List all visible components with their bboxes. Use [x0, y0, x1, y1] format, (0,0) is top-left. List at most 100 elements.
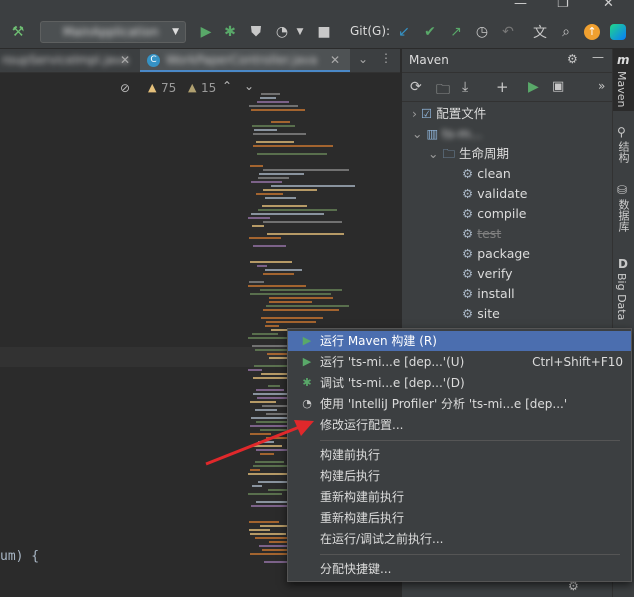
menu-item-run-config[interactable]: ▶ 运行 'ts-mi...e [dep...'(U) Ctrl+Shift+F… [288, 352, 631, 372]
minimap-line [249, 529, 270, 531]
gear-icon: ⚙ [462, 186, 474, 201]
tree-item-phase[interactable]: ⚙ package [462, 244, 530, 264]
tree-item-label: ts-m... [442, 126, 483, 141]
add-icon[interactable]: + [496, 78, 509, 96]
close-window-icon[interactable]: ✕ [603, 0, 614, 11]
tree-item-lifecycle[interactable]: ⌄ 🗀 生命周期 [428, 144, 509, 164]
tab-controller[interactable]: C WorkPaperController.java ✕ [140, 49, 350, 72]
minimap-line [250, 261, 292, 263]
minimap-line [257, 153, 327, 155]
profiler-dropdown-icon[interactable]: ▼ [290, 22, 310, 42]
execute-goal-icon[interactable]: ▣ [552, 79, 564, 94]
menu-item-debug-config[interactable]: ✱ 调试 'ts-mi...e [dep...'(D) [288, 373, 631, 393]
minimap-line [271, 121, 290, 123]
menu-item-after-build[interactable]: 构建后执行 [288, 466, 631, 486]
run-icon[interactable]: ▶ [196, 22, 216, 42]
download-icon[interactable]: ⤓ [462, 79, 468, 95]
tool-window-structure[interactable]: ⚲ 结构 [613, 125, 634, 175]
tree-item-label: 配置文件 [436, 106, 487, 121]
coverage-icon[interactable]: ⛊ [246, 22, 266, 42]
minimap-line [269, 297, 333, 299]
tool-window-big-data[interactable]: D Big Data [613, 257, 634, 327]
tree-item-project[interactable]: ⌄ ▥ ts-m... [412, 124, 482, 144]
weak-warning-icon: ▲ [188, 81, 197, 94]
weak-warning-count: 15 [201, 81, 217, 95]
tree-item-phase[interactable]: ⚙ site [462, 304, 500, 324]
menu-item-assign-shortcut[interactable]: 分配快捷键... [288, 559, 631, 579]
more-icon[interactable]: ⋮ [380, 51, 392, 65]
more-actions-icon[interactable]: » [598, 79, 605, 93]
menu-separator [320, 440, 620, 441]
previous-highlight-icon[interactable]: ⌃ [222, 79, 232, 93]
plugin-icon[interactable] [608, 22, 628, 42]
warning-icon: ▲ [148, 81, 157, 94]
minimap-line [269, 301, 312, 303]
tool-window-maven[interactable]: m Maven [613, 49, 634, 111]
git-push-icon[interactable]: ↗ [446, 22, 466, 42]
gear-icon[interactable]: ⚙ [567, 52, 578, 66]
minimap-line [265, 197, 296, 199]
editor-tab-bar: roupServiceImpl.java ✕ C WorkPaperContro… [0, 49, 400, 73]
menu-item-profile-config[interactable]: ◔ 使用 'IntelliJ Profiler' 分析 'ts-mi...e [… [288, 394, 631, 414]
next-highlight-icon[interactable]: ⌄ [244, 79, 254, 93]
update-icon[interactable]: ↑ [582, 22, 602, 42]
menu-item-before-rebuild[interactable]: 重新构建前执行 [288, 487, 631, 507]
tree-item-phase[interactable]: ⚙ compile [462, 204, 527, 224]
minimize-icon[interactable]: — [514, 0, 527, 11]
git-label: Git(G): [350, 24, 391, 38]
debug-icon[interactable]: ✱ [220, 22, 240, 42]
minimap-line [265, 269, 302, 271]
minimap-line [250, 293, 331, 295]
run-config-selector[interactable]: MainApplication ▼ [40, 21, 186, 43]
gear-icon: ⚙ [462, 266, 474, 281]
search-icon[interactable]: ⌕ [556, 22, 576, 42]
tab-label: roupServiceImpl.java [2, 53, 129, 67]
menu-item-run-maven-build[interactable]: ▶ 运行 Maven 构建 (R) [288, 331, 631, 351]
reload-icon[interactable]: ⟳ [410, 79, 422, 95]
structure-icon: ⚲ [617, 125, 626, 139]
tree-item-phase[interactable]: ⚙ test [462, 224, 501, 244]
run-maven-icon[interactable]: ▶ [528, 79, 539, 95]
build-hammer-icon[interactable]: ⚒ [8, 22, 28, 42]
chevron-down-icon: ▼ [172, 27, 179, 37]
git-update-icon[interactable]: ↙ [394, 22, 414, 42]
minimap-line [250, 401, 276, 403]
close-icon[interactable]: ✕ [330, 49, 340, 70]
minimap-line [252, 225, 264, 227]
rollback-icon[interactable]: ↶ [498, 22, 518, 42]
tree-item-profiles[interactable]: › ☑ 配置文件 [412, 104, 486, 124]
code-line: um) { [0, 549, 40, 564]
minimap-line [260, 289, 342, 291]
tool-window-label: 数据库 [617, 199, 630, 232]
minimap-line [258, 177, 289, 179]
menu-item-modify-run-config[interactable]: 修改运行配置... [288, 415, 631, 435]
translate-icon[interactable]: ⽂ [530, 22, 550, 42]
class-icon: C [147, 54, 160, 67]
stop-icon[interactable]: ■ [314, 22, 334, 42]
reader-mode-icon[interactable]: ⊘ [120, 81, 130, 95]
minimap-line [248, 369, 262, 371]
menu-item-before-run-debug[interactable]: 在运行/调试之前执行... [288, 529, 631, 549]
minimap-line [248, 285, 306, 287]
profiler-icon[interactable]: ◔ [272, 22, 292, 42]
menu-item-before-build[interactable]: 构建前执行 [288, 445, 631, 465]
add-folder-icon[interactable]: 🗀 [436, 79, 450, 103]
maximize-icon[interactable]: ❐ [557, 0, 569, 11]
minimap-line [253, 245, 286, 247]
close-icon[interactable]: ✕ [120, 49, 130, 72]
menu-item-after-rebuild[interactable]: 重新构建后执行 [288, 508, 631, 528]
tab-label: WorkPaperController.java [166, 53, 318, 67]
minimap-line [263, 273, 294, 275]
chevron-down-icon[interactable]: ⌄ [358, 52, 368, 66]
tree-item-phase[interactable]: ⚙ install [462, 284, 515, 304]
git-commit-icon[interactable]: ✔ [420, 22, 440, 42]
run-icon: ▶ [302, 334, 312, 347]
history-icon[interactable]: ◷ [472, 22, 492, 42]
tool-window-database[interactable]: ⛁ 数据库 [613, 183, 634, 243]
tree-item-phase[interactable]: ⚙ validate [462, 184, 527, 204]
gear-icon: ⚙ [462, 306, 474, 321]
hide-panel-icon[interactable]: — [592, 50, 604, 64]
tree-item-phase[interactable]: ⚙ verify [462, 264, 513, 284]
tree-item-phase[interactable]: ⚙ clean [462, 164, 511, 184]
tab-service-impl[interactable]: roupServiceImpl.java ✕ [0, 49, 134, 72]
